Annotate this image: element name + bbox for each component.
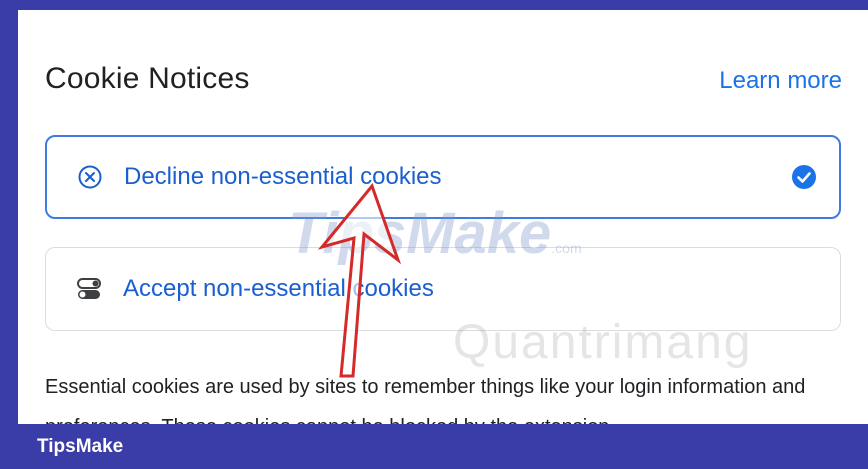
decline-cookies-label: Decline non-essential cookies: [124, 163, 442, 190]
footer-bar: TipsMake: [0, 424, 868, 469]
learn-more-link[interactable]: Learn more: [719, 67, 842, 95]
footer-brand: TipsMake: [37, 436, 124, 457]
accept-cookies-option[interactable]: Accept non-essential cookies: [45, 247, 841, 331]
page-title: Cookie Notices: [45, 62, 250, 95]
decline-cookies-option[interactable]: Decline non-essential cookies: [45, 135, 841, 219]
toggle-icon: [77, 278, 101, 299]
screenshot-frame: Cookie Notices Learn more Decline non-es…: [0, 0, 868, 469]
accept-cookies-label: Accept non-essential cookies: [123, 275, 434, 302]
checkmark-circle-icon: [792, 165, 816, 189]
cookie-notices-panel: Cookie Notices Learn more Decline non-es…: [18, 10, 868, 424]
cookie-description: Essential cookies are used by sites to r…: [45, 376, 806, 424]
cancel-circle-icon: [78, 165, 102, 189]
